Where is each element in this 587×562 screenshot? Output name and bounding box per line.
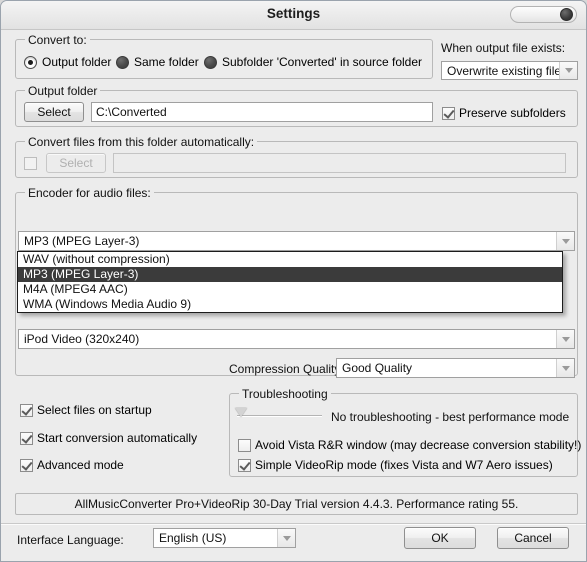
interface-language-select[interactable]: English (US)	[153, 528, 296, 548]
checkbox-start-conversion-automatically[interactable]: Start conversion automatically	[20, 431, 197, 445]
footer-divider	[1, 523, 586, 525]
troubleshooting-slider-label: No troubleshooting - best performance mo…	[331, 410, 570, 424]
convert-to-group-title: Convert to:	[25, 33, 90, 47]
video-profile-dropdown-button[interactable]	[556, 330, 574, 348]
close-icon[interactable]	[560, 8, 573, 21]
ok-button[interactable]: OK	[404, 527, 476, 549]
avoid-vista-rr-label: Avoid Vista R&R window (may decrease con…	[255, 438, 582, 452]
auto-folder-enable-check-icon[interactable]	[24, 157, 37, 170]
audio-encoder-value: MP3 (MPEG Layer-3)	[24, 234, 140, 248]
radio-subfolder-converted-label: Subfolder 'Converted' in source folder	[222, 55, 423, 69]
cancel-button[interactable]: Cancel	[497, 527, 569, 549]
select-files-on-startup-label: Select files on startup	[37, 403, 152, 417]
simple-videorip-mode-check-icon[interactable]	[238, 458, 251, 472]
encoder-group-title: Encoder for audio files:	[25, 186, 154, 200]
window-title: Settings	[266, 6, 321, 21]
audio-encoder-dropdown-list[interactable]: WAV (without compression) MP3 (MPEG Laye…	[17, 251, 563, 313]
trial-status-bar: AllMusicConverter Pro+VideoRip 30-Day Tr…	[15, 493, 578, 515]
audio-encoder-dropdown-button[interactable]	[556, 232, 574, 250]
radio-subfolder-converted-icon[interactable]	[204, 55, 217, 69]
title-bar: Settings	[1, 1, 586, 30]
auto-folder-group-title: Convert files from this folder automatic…	[25, 135, 258, 149]
settings-dialog: Settings Convert to: Output folder Same …	[0, 0, 587, 562]
chevron-down-icon	[561, 336, 570, 342]
output-folder-group-title: Output folder	[25, 84, 101, 98]
audio-encoder-option-wav[interactable]: WAV (without compression)	[18, 252, 562, 267]
advanced-mode-check-icon[interactable]	[20, 458, 33, 472]
output-exists-label: When output file exists:	[441, 41, 566, 55]
compression-quality-label: Compression Quality	[229, 362, 341, 376]
output-exists-select[interactable]: Overwrite existing file	[441, 61, 578, 80]
avoid-vista-rr-check-icon[interactable]	[238, 438, 251, 452]
interface-language-label: Interface Language:	[17, 533, 124, 547]
audio-encoder-option-wma[interactable]: WMA (Windows Media Audio 9)	[18, 297, 562, 312]
auto-folder-enable-checkbox[interactable]	[24, 157, 37, 170]
auto-folder-path-input	[113, 153, 566, 173]
output-exists-value: Overwrite existing file	[447, 63, 559, 78]
output-exists-dropdown-button[interactable]	[559, 62, 577, 79]
start-conversion-automatically-label: Start conversion automatically	[37, 431, 198, 445]
video-profile-value: iPod Video (320x240)	[24, 332, 140, 346]
audio-encoder-select[interactable]: MP3 (MPEG Layer-3)	[18, 231, 575, 251]
radio-same-folder[interactable]: Same folder	[116, 55, 199, 69]
compression-quality-value: Good Quality	[342, 361, 413, 375]
radio-same-folder-label: Same folder	[134, 55, 199, 69]
radio-output-folder-icon[interactable]	[24, 55, 37, 69]
chevron-down-icon	[282, 535, 291, 541]
select-output-folder-button[interactable]: Select	[24, 102, 84, 122]
audio-encoder-option-m4a[interactable]: M4A (MPEG4 AAC)	[18, 282, 562, 297]
radio-subfolder-converted[interactable]: Subfolder 'Converted' in source folder	[204, 55, 422, 69]
radio-same-folder-icon[interactable]	[116, 55, 129, 69]
select-auto-folder-button: Select	[46, 153, 106, 173]
preserve-subfolders-checkbox[interactable]: Preserve subfolders	[442, 106, 566, 120]
select-files-on-startup-check-icon[interactable]	[20, 403, 33, 417]
interface-language-value: English (US)	[159, 531, 227, 545]
radio-output-folder-label: Output folder	[42, 55, 112, 69]
troubleshooting-slider-thumb[interactable]	[235, 408, 247, 417]
start-conversion-automatically-check-icon[interactable]	[20, 431, 33, 445]
radio-output-folder[interactable]: Output folder	[24, 55, 111, 69]
output-folder-path-input[interactable]: C:\Converted	[91, 102, 433, 122]
audio-encoder-option-mp3[interactable]: MP3 (MPEG Layer-3)	[18, 267, 562, 282]
chevron-down-icon	[564, 68, 573, 73]
troubleshooting-slider-track[interactable]	[237, 415, 322, 417]
interface-language-dropdown-button[interactable]	[277, 529, 295, 547]
chevron-down-icon	[561, 365, 570, 371]
preserve-subfolders-label: Preserve subfolders	[459, 106, 566, 120]
checkbox-advanced-mode[interactable]: Advanced mode	[20, 458, 124, 472]
checkbox-simple-videorip-mode[interactable]: Simple VideoRip mode (fixes Vista and W7…	[238, 458, 553, 472]
troubleshooting-group-title: Troubleshooting	[239, 387, 331, 401]
simple-videorip-mode-label: Simple VideoRip mode (fixes Vista and W7…	[255, 458, 553, 472]
advanced-mode-label: Advanced mode	[37, 458, 124, 472]
video-profile-select[interactable]: iPod Video (320x240)	[18, 329, 575, 349]
checkbox-avoid-vista-rr[interactable]: Avoid Vista R&R window (may decrease con…	[238, 438, 581, 452]
checkbox-select-files-on-startup[interactable]: Select files on startup	[20, 403, 152, 417]
compression-quality-select[interactable]: Good Quality	[336, 358, 575, 378]
preserve-subfolders-check-icon[interactable]	[442, 106, 455, 120]
compression-quality-dropdown-button[interactable]	[556, 359, 574, 377]
chevron-down-icon	[561, 238, 570, 244]
